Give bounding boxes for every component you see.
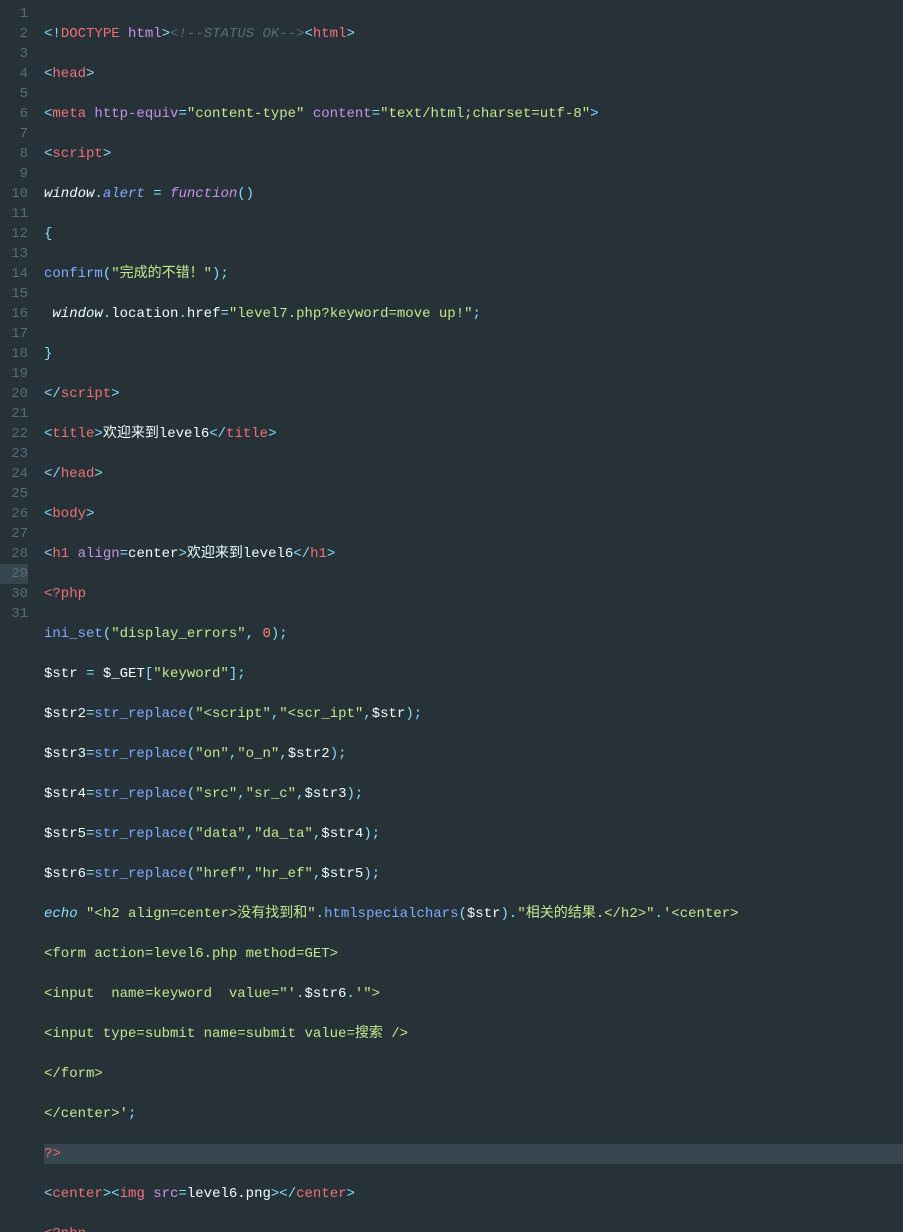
code-line[interactable]: <?nhn <box>44 1224 903 1232</box>
code-line[interactable]: <center><img src=level6.png></center> <box>44 1184 903 1204</box>
code-line[interactable]: <h1 align=center>欢迎来到level6</h1> <box>44 544 903 564</box>
code-line[interactable]: ?> <box>44 1144 903 1164</box>
line-number: 2 <box>0 24 28 44</box>
line-number: 31 <box>0 604 28 624</box>
code-line[interactable]: </center>'; <box>44 1104 903 1124</box>
line-number-gutter: 1234567891011121314151617181920212223242… <box>0 0 38 616</box>
code-line[interactable]: <input name=keyword value="'.$str6.'"> <box>44 984 903 1004</box>
code-line[interactable]: { <box>44 224 903 244</box>
line-number: 8 <box>0 144 28 164</box>
code-line[interactable]: <?php <box>44 584 903 604</box>
line-number: 28 <box>0 544 28 564</box>
code-area[interactable]: <!DOCTYPE html><!--STATUS OK--><html> <h… <box>38 0 903 616</box>
line-number: 26 <box>0 504 28 524</box>
code-line[interactable]: $str6=str_replace("href","hr_ef",$str5); <box>44 864 903 884</box>
code-line[interactable]: $str2=str_replace("<script","<scr_ipt",$… <box>44 704 903 724</box>
line-number: 1 <box>0 4 28 24</box>
code-line[interactable]: </head> <box>44 464 903 484</box>
code-line[interactable]: echo "<h2 align=center>没有找到和".htmlspecia… <box>44 904 903 924</box>
line-number: 12 <box>0 224 28 244</box>
line-number: 24 <box>0 464 28 484</box>
line-number: 14 <box>0 264 28 284</box>
line-number: 22 <box>0 424 28 444</box>
code-line[interactable]: <body> <box>44 504 903 524</box>
code-line[interactable]: $str3=str_replace("on","o_n",$str2); <box>44 744 903 764</box>
code-line[interactable]: $str5=str_replace("data","da_ta",$str4); <box>44 824 903 844</box>
line-number: 16 <box>0 304 28 324</box>
line-number: 20 <box>0 384 28 404</box>
code-line[interactable]: <head> <box>44 64 903 84</box>
code-line[interactable]: <input type=submit name=submit value=搜索 … <box>44 1024 903 1044</box>
line-number: 7 <box>0 124 28 144</box>
line-number: 6 <box>0 104 28 124</box>
line-number: 9 <box>0 164 28 184</box>
code-line[interactable]: <meta http-equiv="content-type" content=… <box>44 104 903 124</box>
code-line[interactable]: </form> <box>44 1064 903 1084</box>
line-number: 27 <box>0 524 28 544</box>
line-number: 11 <box>0 204 28 224</box>
line-number: 5 <box>0 84 28 104</box>
code-line[interactable]: confirm("完成的不错！"); <box>44 264 903 284</box>
line-number: 29 <box>0 564 28 584</box>
code-line[interactable]: } <box>44 344 903 364</box>
line-number: 18 <box>0 344 28 364</box>
code-line[interactable]: </script> <box>44 384 903 404</box>
line-number: 21 <box>0 404 28 424</box>
code-editor: 1234567891011121314151617181920212223242… <box>0 0 903 616</box>
code-line[interactable]: <title>欢迎来到level6</title> <box>44 424 903 444</box>
code-line[interactable]: ini_set("display_errors", 0); <box>44 624 903 644</box>
line-number: 4 <box>0 64 28 84</box>
code-line[interactable]: <script> <box>44 144 903 164</box>
code-line[interactable]: <form action=level6.php method=GET> <box>44 944 903 964</box>
line-number: 3 <box>0 44 28 64</box>
line-number: 25 <box>0 484 28 504</box>
code-line[interactable]: window.location.href="level7.php?keyword… <box>44 304 903 324</box>
line-number: 15 <box>0 284 28 304</box>
code-line[interactable]: <!DOCTYPE html><!--STATUS OK--><html> <box>44 24 903 44</box>
line-number: 30 <box>0 584 28 604</box>
line-number: 19 <box>0 364 28 384</box>
code-line[interactable]: $str4=str_replace("src","sr_c",$str3); <box>44 784 903 804</box>
code-line[interactable]: window.alert = function() <box>44 184 903 204</box>
line-number: 10 <box>0 184 28 204</box>
line-number: 17 <box>0 324 28 344</box>
code-line[interactable]: $str = $_GET["keyword"]; <box>44 664 903 684</box>
line-number: 23 <box>0 444 28 464</box>
line-number: 13 <box>0 244 28 264</box>
